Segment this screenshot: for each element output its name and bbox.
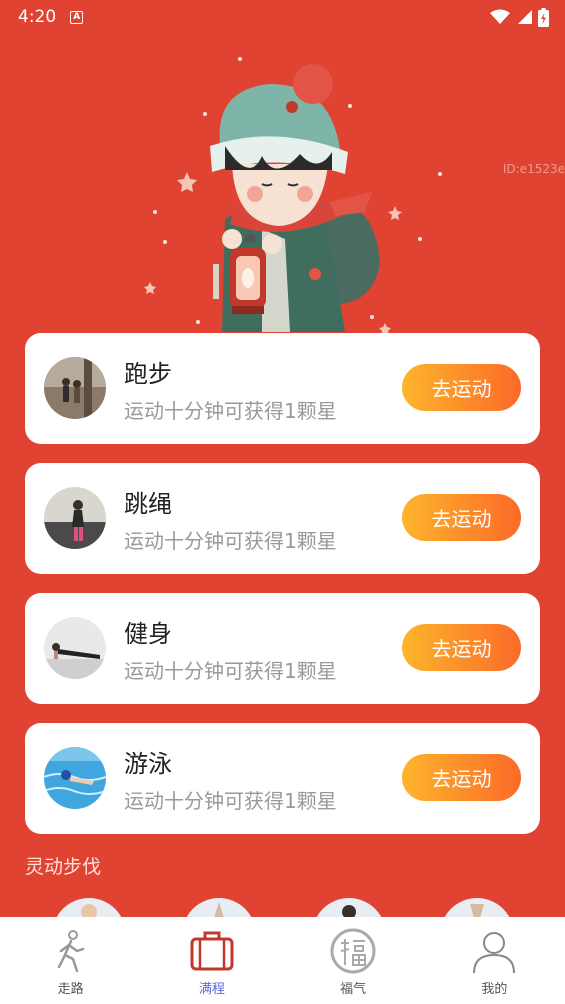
activity-description: 运动十分钟可获得1颗星 xyxy=(124,529,337,553)
activity-description: 运动十分钟可获得1颗星 xyxy=(124,399,337,423)
battery-icon xyxy=(538,7,549,27)
go-exercise-button[interactable]: 去运动 xyxy=(402,494,521,541)
status-bar: 4:20 A xyxy=(0,0,565,34)
activity-card-running: 跑步 运动十分钟可获得1颗星 去运动 xyxy=(25,333,540,444)
suitcase-icon xyxy=(190,931,234,971)
tab-walking[interactable]: 走路 xyxy=(0,917,141,1004)
activity-title: 健身 xyxy=(124,620,172,648)
tab-mine[interactable]: 我的 xyxy=(424,917,565,1004)
section-title: 灵动步伐 xyxy=(25,856,102,878)
plank-thumbnail xyxy=(44,617,106,679)
go-exercise-button[interactable]: 去运动 xyxy=(402,624,521,671)
activity-title: 跑步 xyxy=(124,360,172,388)
user-icon xyxy=(473,932,516,974)
hero-illustration: ID:e1523e xyxy=(0,34,565,335)
status-icons xyxy=(490,7,549,27)
id-label: ID:e1523e xyxy=(502,162,565,176)
go-exercise-button[interactable]: 去运动 xyxy=(402,364,521,411)
tab-itinerary[interactable]: 满程 xyxy=(141,917,282,1004)
child-lantern-illustration xyxy=(144,57,442,335)
status-left: 4:20 A xyxy=(18,7,84,27)
tab-label: 满程 xyxy=(198,982,225,997)
walking-icon xyxy=(57,930,84,973)
tab-label: 走路 xyxy=(57,982,84,997)
wifi-icon xyxy=(490,9,510,24)
activity-description: 运动十分钟可获得1颗星 xyxy=(124,789,337,813)
activity-title: 游泳 xyxy=(124,750,172,778)
status-time: 4:20 xyxy=(18,7,57,27)
tab-fortune[interactable]: 福气 xyxy=(283,917,424,1004)
activity-card-fitness: 健身 运动十分钟可获得1颗星 去运动 xyxy=(25,593,540,704)
running-thumbnail xyxy=(44,357,106,419)
bottom-tab-bar: 走路 满程 福气 我的 xyxy=(0,917,565,1004)
tab-label: 福气 xyxy=(340,982,367,997)
activity-title: 跳绳 xyxy=(124,490,172,518)
activity-card-swimming: 游泳 运动十分钟可获得1颗星 去运动 xyxy=(25,723,540,834)
activity-description: 运动十分钟可获得1颗星 xyxy=(124,659,337,683)
signal-icon xyxy=(518,10,532,24)
activity-card-jump-rope: 跳绳 运动十分钟可获得1颗星 去运动 xyxy=(25,463,540,574)
tab-label: 我的 xyxy=(481,982,508,997)
notification-app-icon: A xyxy=(70,10,84,24)
jump-rope-thumbnail xyxy=(44,487,106,549)
step-avatar-row xyxy=(0,898,565,938)
fu-seal-icon xyxy=(330,928,376,974)
swimming-thumbnail xyxy=(44,747,106,809)
go-exercise-button[interactable]: 去运动 xyxy=(402,754,521,801)
